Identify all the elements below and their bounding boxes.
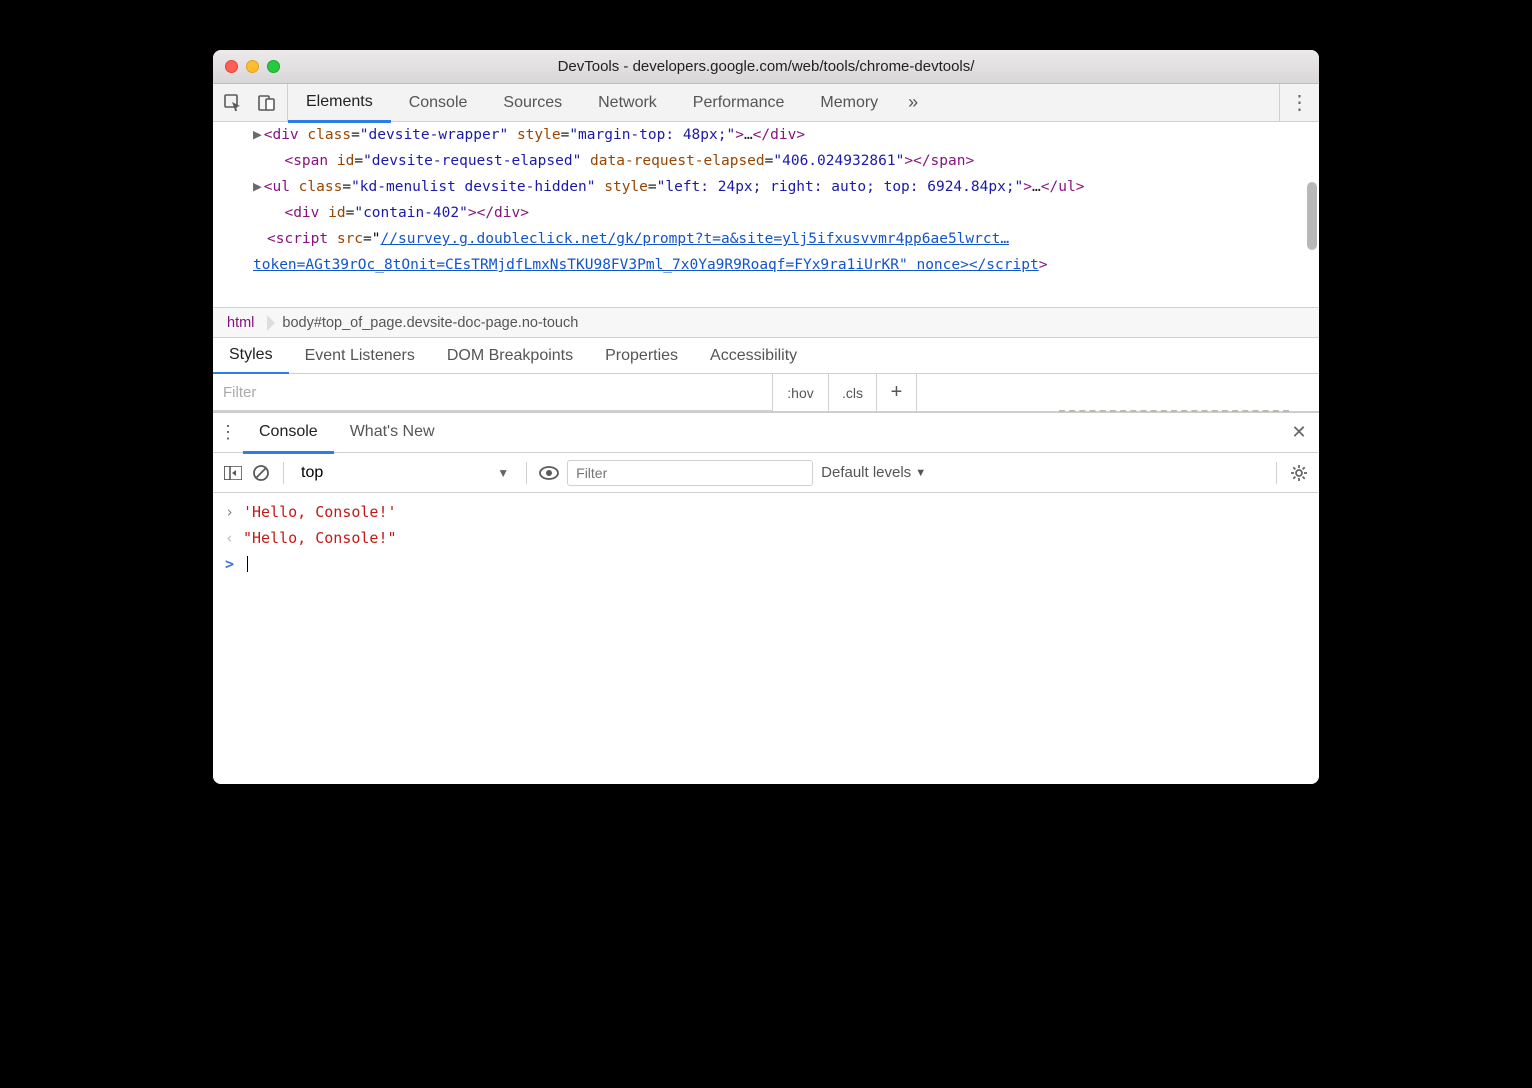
console-context-selector[interactable]: top ▼ [296, 461, 514, 485]
console-prompt[interactable]: > [213, 551, 1319, 577]
elements-dom-tree[interactable]: ▶<div class="devsite-wrapper" style="mar… [213, 122, 1319, 308]
dom-node[interactable]: ▶<ul class="kd-menulist devsite-hidden" … [213, 174, 1319, 200]
tab-elements[interactable]: Elements [288, 83, 391, 123]
tab-network[interactable]: Network [580, 84, 675, 121]
console-filter-input[interactable] [567, 460, 813, 486]
styles-filter-row: :hov .cls + [213, 374, 1319, 412]
elements-scrollbar[interactable] [1307, 182, 1317, 250]
clear-console-icon[interactable] [251, 463, 271, 483]
zoom-window-button[interactable] [267, 60, 280, 73]
elements-subtabs: StylesEvent ListenersDOM BreakpointsProp… [213, 338, 1319, 374]
devtools-window: DevTools - developers.google.com/web/too… [213, 50, 1319, 784]
breadcrumb-html[interactable]: html [213, 308, 268, 338]
drawer-tabstrip: ⋮ ConsoleWhat's New ✕ [213, 413, 1319, 453]
drawer-menu-icon[interactable]: ⋮ [213, 422, 243, 443]
console-sidebar-toggle-icon[interactable] [223, 463, 243, 483]
console-settings-icon[interactable] [1289, 463, 1309, 483]
console-toolbar: top ▼ Default levels ▼ [213, 453, 1319, 493]
dropdown-icon: ▼ [497, 466, 509, 480]
console-line: ›'Hello, Console!' [213, 499, 1319, 525]
text-cursor [247, 556, 248, 572]
close-window-button[interactable] [225, 60, 238, 73]
more-tabs-button[interactable]: » [896, 84, 930, 121]
tab-memory[interactable]: Memory [802, 84, 896, 121]
tab-sources[interactable]: Sources [485, 84, 580, 121]
settings-kebab-icon[interactable]: ⋮ [1279, 84, 1319, 121]
log-levels-selector[interactable]: Default levels ▼ [821, 464, 926, 481]
device-toolbar-icon[interactable] [257, 93, 277, 113]
minimize-window-button[interactable] [246, 60, 259, 73]
console-context-label: top [301, 464, 323, 482]
subtab-styles[interactable]: Styles [213, 337, 289, 375]
traffic-lights [225, 60, 280, 73]
main-tabstrip: ElementsConsoleSourcesNetworkPerformance… [213, 84, 1319, 122]
styles-filter-input[interactable] [213, 374, 773, 411]
subtab-event-listeners[interactable]: Event Listeners [289, 338, 431, 373]
live-expression-icon[interactable] [539, 463, 559, 483]
script-src-link[interactable]: //survey.g.doubleclick.net/gk/prompt?t=a… [381, 231, 1010, 247]
breadcrumb-body[interactable]: body#top_of_page.devsite-doc-page.no-tou… [268, 308, 592, 338]
close-drawer-icon[interactable]: ✕ [1279, 422, 1319, 443]
window-titlebar: DevTools - developers.google.com/web/too… [213, 50, 1319, 84]
dom-breadcrumbs: html body#top_of_page.devsite-doc-page.n… [213, 308, 1319, 338]
drawer-panel: ⋮ ConsoleWhat's New ✕ top ▼ [213, 412, 1319, 784]
class-toggle[interactable]: .cls [829, 374, 877, 411]
dom-node[interactable]: <div id="contain-402"></div> [213, 200, 1319, 226]
dropdown-icon: ▼ [915, 467, 926, 479]
subtab-accessibility[interactable]: Accessibility [694, 338, 813, 373]
tab-console[interactable]: Console [391, 84, 486, 121]
dom-node[interactable]: <span id="devsite-request-elapsed" data-… [213, 148, 1319, 174]
console-line: ‹"Hello, Console!" [213, 525, 1319, 551]
dom-node[interactable]: ▶<div class="devsite-wrapper" style="mar… [213, 122, 1319, 148]
drawer-tab-what-s-new[interactable]: What's New [334, 412, 451, 454]
subtab-properties[interactable]: Properties [589, 338, 694, 373]
console-output[interactable]: ›'Hello, Console!'‹"Hello, Console!" > [213, 493, 1319, 784]
drawer-tab-console[interactable]: Console [243, 412, 334, 454]
new-style-rule-button[interactable]: + [877, 374, 917, 411]
hover-state-toggle[interactable]: :hov [773, 374, 829, 411]
inspect-element-icon[interactable] [223, 93, 243, 113]
tab-performance[interactable]: Performance [675, 84, 803, 121]
window-title: DevTools - developers.google.com/web/too… [213, 58, 1319, 75]
subtab-dom-breakpoints[interactable]: DOM Breakpoints [431, 338, 589, 373]
